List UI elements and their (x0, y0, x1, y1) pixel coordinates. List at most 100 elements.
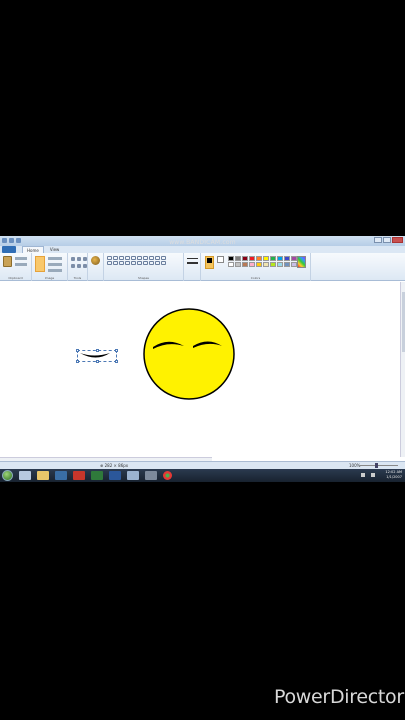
resize-handle[interactable] (76, 360, 79, 363)
resize-handle[interactable] (115, 349, 118, 352)
tab-view[interactable]: View (46, 246, 64, 253)
shape-pentagon-icon[interactable] (161, 256, 166, 260)
resize-button[interactable] (48, 263, 62, 266)
shape-oval-icon[interactable] (119, 256, 124, 260)
shape-star5-icon[interactable] (143, 261, 148, 265)
start-button[interactable] (2, 470, 13, 481)
zoom-slider[interactable] (360, 465, 398, 466)
shape-line-icon[interactable] (107, 256, 112, 260)
media-taskbar-icon[interactable] (55, 471, 67, 480)
color1-button[interactable] (205, 256, 214, 269)
palette-swatch[interactable] (228, 256, 234, 261)
cut-button[interactable] (15, 257, 27, 260)
shape-arrow-left-icon[interactable] (119, 261, 124, 265)
clipboard-group-label: Clipboard (8, 276, 23, 280)
paint-menu-button[interactable] (2, 246, 16, 253)
image-group-label: Image (44, 276, 55, 280)
rotate-button[interactable] (48, 269, 62, 272)
network-icon[interactable] (361, 473, 365, 477)
powerpoint-taskbar-icon[interactable] (73, 471, 85, 480)
shape-heart-icon[interactable] (161, 261, 166, 265)
shapes-group-label: Shapes (138, 276, 149, 280)
shape-diamond-icon[interactable] (155, 256, 160, 260)
ie-taskbar-icon[interactable] (19, 471, 31, 480)
palette-swatch[interactable] (263, 262, 269, 267)
palette-swatch[interactable] (284, 262, 290, 267)
paint-taskbar-icon[interactable] (127, 471, 139, 480)
resize-handle[interactable] (115, 360, 118, 363)
color-palette (228, 256, 297, 267)
canvas-drawing (80, 308, 235, 400)
shape-arrow-down-icon[interactable] (131, 261, 136, 265)
palette-swatch[interactable] (242, 262, 248, 267)
status-bar: ⊕ 282 × 86px 100% (0, 461, 405, 469)
palette-swatch[interactable] (249, 256, 255, 261)
text-icon[interactable] (83, 257, 87, 261)
vertical-scrollbar[interactable] (400, 282, 405, 457)
powerdirector-watermark: PowerDirector (274, 686, 404, 708)
magnifier-icon[interactable] (83, 264, 87, 268)
copy-button[interactable] (15, 263, 27, 266)
size-line-icon (187, 262, 198, 264)
video-frame: Home View Clipboard Image Tools Shapes C… (0, 0, 405, 720)
color2-button[interactable] (217, 256, 224, 263)
shape-polygon-icon[interactable] (137, 256, 142, 260)
brushes-group (88, 253, 104, 281)
crop-button[interactable] (48, 257, 62, 260)
palette-swatch[interactable] (256, 262, 262, 267)
palette-swatch[interactable] (270, 256, 276, 261)
excel-taskbar-icon[interactable] (91, 471, 103, 480)
tab-home[interactable]: Home (22, 246, 44, 253)
shapes-group: Shapes (104, 253, 184, 281)
shape-arrow-up-icon[interactable] (125, 261, 130, 265)
resize-handle[interactable] (96, 360, 99, 363)
shape-arrow-right-icon[interactable] (113, 261, 118, 265)
color-picker-icon[interactable] (77, 264, 81, 268)
shape-callout-icon[interactable] (155, 261, 160, 265)
zoom-level: 100% (349, 463, 361, 468)
palette-swatch[interactable] (277, 262, 283, 267)
palette-swatch[interactable] (284, 256, 290, 261)
ribbon: Clipboard Image Tools Shapes Colors (0, 253, 405, 281)
selection-box[interactable] (76, 349, 118, 363)
palette-swatch[interactable] (228, 262, 234, 267)
palette-swatch[interactable] (270, 262, 276, 267)
volume-icon[interactable] (371, 473, 375, 477)
paste-button[interactable] (3, 256, 12, 267)
shape-curve-icon[interactable] (113, 256, 118, 260)
size-button[interactable] (187, 258, 198, 259)
shape-hexagon-icon[interactable] (107, 261, 112, 265)
eraser-icon[interactable] (71, 264, 75, 268)
app-taskbar-icon[interactable] (145, 471, 157, 480)
palette-swatch[interactable] (235, 262, 241, 267)
chrome-taskbar-icon[interactable] (163, 471, 172, 480)
resize-handle[interactable] (96, 349, 99, 352)
pencil-icon[interactable] (71, 257, 75, 261)
palette-swatch[interactable] (277, 256, 283, 261)
fill-icon[interactable] (77, 257, 81, 261)
color1-swatch (207, 258, 212, 263)
shape-triangle-icon[interactable] (143, 256, 148, 260)
explorer-taskbar-icon[interactable] (37, 471, 49, 480)
palette-swatch[interactable] (242, 256, 248, 261)
shapes-gallery (107, 256, 166, 265)
select-button[interactable] (35, 256, 45, 272)
shape-star4-icon[interactable] (137, 261, 142, 265)
zoom-slider-knob[interactable] (375, 463, 378, 468)
palette-swatch[interactable] (263, 256, 269, 261)
cursor-coordinates: ⊕ 282 × 86px (100, 463, 129, 468)
edit-colors-button[interactable] (297, 256, 306, 268)
word-taskbar-icon[interactable] (109, 471, 121, 480)
shape-rounded-rectangle-icon[interactable] (131, 256, 136, 260)
shape-right-triangle-icon[interactable] (149, 256, 154, 260)
palette-swatch[interactable] (235, 256, 241, 261)
resize-handle[interactable] (76, 349, 79, 352)
system-clock[interactable]: 12:02 AM 1/1/2007 (385, 470, 402, 480)
shape-rectangle-icon[interactable] (125, 256, 130, 260)
shape-star6-icon[interactable] (149, 261, 154, 265)
palette-swatch[interactable] (249, 262, 255, 267)
palette-swatch[interactable] (256, 256, 262, 261)
tools-group: Tools (68, 253, 88, 281)
brushes-icon[interactable] (91, 256, 100, 265)
smiley-face[interactable] (143, 308, 235, 400)
